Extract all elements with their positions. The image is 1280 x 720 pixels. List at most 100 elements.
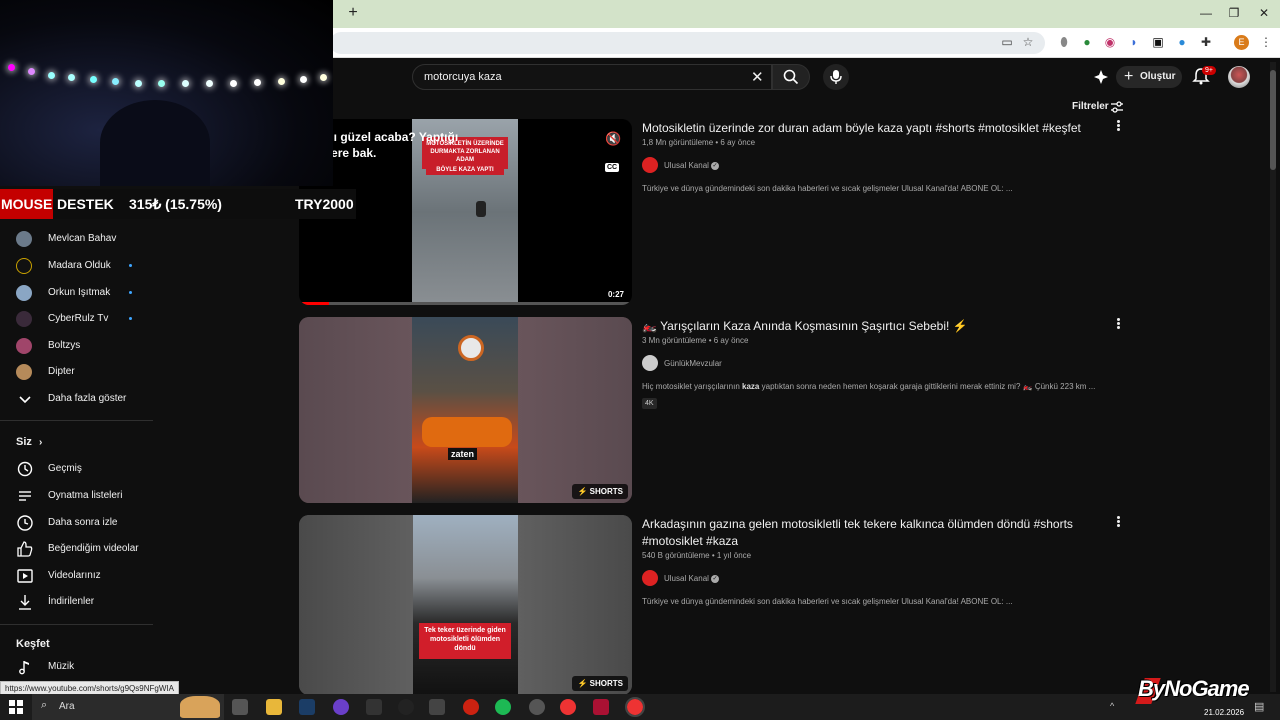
windows-start-icon[interactable] xyxy=(9,700,23,714)
spotify-icon[interactable] xyxy=(495,699,511,715)
browser-menu-icon[interactable]: ⋮ xyxy=(1258,34,1274,50)
more-options-icon[interactable] xyxy=(1114,317,1122,331)
discord-icon[interactable] xyxy=(333,699,349,715)
opera-icon[interactable] xyxy=(463,699,479,715)
extension-square-icon[interactable]: ▣ xyxy=(1150,34,1166,50)
channel-name[interactable]: Ulusal Kanal xyxy=(664,161,709,170)
sidebar-item-cyberrulz-tv[interactable]: CyberRulz Tv xyxy=(0,306,155,332)
extension-audio-icon[interactable]: ◗ xyxy=(1126,34,1142,50)
mute-icon[interactable]: 🔇 xyxy=(605,131,621,147)
app-icon[interactable] xyxy=(593,699,609,715)
filters-icon[interactable] xyxy=(1110,100,1124,114)
scrollbar-thumb[interactable] xyxy=(1270,70,1276,170)
quality-badge: 4K xyxy=(642,398,657,409)
channel-name[interactable]: GünlükMevzular xyxy=(664,359,722,368)
extension-green-icon[interactable]: ● xyxy=(1079,34,1095,50)
sidebar-item-label: İndirilenler xyxy=(48,596,95,607)
taskbar-search[interactable]: ⌕ Ara xyxy=(32,694,224,720)
search-input[interactable]: motorcuya kaza ✕ xyxy=(412,64,772,90)
new-tab-button[interactable]: + xyxy=(345,5,361,21)
sidebar-kesfet-heading: Keşfet xyxy=(16,638,50,650)
youtube-account-avatar[interactable] xyxy=(1228,66,1250,88)
view-count: 1,8 Mn görüntüleme xyxy=(642,138,714,147)
sidebar-item-liked-videos[interactable]: Beğendiğim videolar xyxy=(0,536,155,562)
more-options-icon[interactable] xyxy=(1114,119,1122,133)
extensions-puzzle-icon[interactable]: ✚ xyxy=(1198,34,1214,50)
create-button[interactable]: + Oluştur xyxy=(1116,66,1182,88)
captions-button[interactable]: CC xyxy=(605,163,620,172)
video-description: Hiç motosiklet yarışçılarının kaza yaptı… xyxy=(642,382,1095,391)
cast-icon[interactable]: ▭ xyxy=(999,34,1015,50)
filters-label[interactable]: Filtreler xyxy=(1072,101,1109,112)
channel-avatar xyxy=(16,231,32,247)
address-bar[interactable] xyxy=(330,32,1045,54)
sidebar-item-orkun-isitmak[interactable]: Orkun Işıtmak xyxy=(0,280,155,306)
search-icon xyxy=(783,69,799,85)
channel-avatar[interactable] xyxy=(642,355,658,371)
sidebar-item-madara-olduk[interactable]: Madara Olduk xyxy=(0,253,155,279)
progress-track[interactable] xyxy=(299,302,632,305)
sidebar-item-playlists[interactable]: Oynatma listeleri xyxy=(0,483,155,509)
bookmark-star-icon[interactable]: ☆ xyxy=(1020,34,1036,50)
more-options-icon[interactable] xyxy=(1114,515,1122,529)
led-light xyxy=(135,80,142,87)
extension-shield-icon[interactable]: ⬮ xyxy=(1056,34,1072,50)
verified-check-icon: ✓ xyxy=(711,575,719,583)
search-button[interactable] xyxy=(772,64,810,90)
clear-search-icon[interactable]: ✕ xyxy=(751,68,764,86)
chrome-icon[interactable] xyxy=(560,699,576,715)
notification-center-icon[interactable]: ▤ xyxy=(1254,700,1264,713)
brand-watermark: ByNoGame xyxy=(1138,676,1250,701)
view-count: 540 B görüntüleme xyxy=(642,551,710,560)
extension-record-icon[interactable]: ◉ xyxy=(1102,34,1118,50)
sidebar-item-mevlcan-bahav[interactable]: Mevlcan Bahav xyxy=(0,226,155,252)
close-window-button[interactable]: ✕ xyxy=(1254,5,1274,21)
plus-icon: + xyxy=(1124,68,1134,85)
sidebar-item-dipter[interactable]: Dipter xyxy=(0,359,155,385)
tray-chevron-icon[interactable]: ^ xyxy=(1110,701,1114,711)
profile-avatar[interactable]: E xyxy=(1234,35,1249,50)
ai-sparkle-icon[interactable] xyxy=(1093,69,1109,85)
new-content-dot xyxy=(129,264,132,267)
description-text: Hiç motosiklet yarışçılarının xyxy=(642,382,743,391)
sidebar-item-boltzys[interactable]: Boltzys xyxy=(0,333,155,359)
video-meta: 3 Mn görüntüleme • 6 ay önce xyxy=(642,336,749,345)
sidebar-item-downloads[interactable]: İndirilenler xyxy=(0,589,155,615)
sidebar-divider xyxy=(0,624,153,625)
sidebar-item-history[interactable]: Geçmiş xyxy=(0,456,155,482)
extension-blue-icon[interactable]: ● xyxy=(1174,34,1190,50)
video-thumbnail[interactable]: zaten ⚡ SHORTS xyxy=(299,317,632,503)
sidebar-siz-heading[interactable]: Siz › xyxy=(16,436,42,448)
file-explorer-icon[interactable] xyxy=(266,699,282,715)
page-scrollbar[interactable] xyxy=(1270,62,1276,692)
channel-name[interactable]: Ulusal Kanal xyxy=(664,574,709,583)
video-description: Türkiye ve dünya gündemindeki son dakika… xyxy=(642,597,1013,606)
epic-games-icon[interactable] xyxy=(366,699,382,715)
channel-avatar xyxy=(16,311,32,327)
sidebar-item-watch-later[interactable]: Daha sonra izle xyxy=(0,510,155,536)
sidebar-divider xyxy=(0,420,153,421)
channel-avatar[interactable] xyxy=(642,157,658,173)
video-title[interactable]: 🏍️ Yarışçıların Kaza Anında Koşmasının Ş… xyxy=(642,318,1102,335)
obs-icon[interactable] xyxy=(398,699,414,715)
shorts-badge: ⚡ SHORTS xyxy=(572,484,628,499)
video-thumbnail[interactable]: Tek teker üzerinde giden motosikletli öl… xyxy=(299,515,632,695)
voice-search-button[interactable] xyxy=(823,64,849,90)
chrome-active-icon[interactable] xyxy=(625,697,645,717)
restore-button[interactable]: ❐ xyxy=(1224,5,1244,21)
sidebar-item-label: Müzik xyxy=(48,661,75,672)
sidebar-show-more[interactable]: Daha fazla göster xyxy=(0,386,155,412)
video-title[interactable]: Arkadaşının gazına gelen motosikletli te… xyxy=(642,516,1102,550)
shorts-label: SHORTS xyxy=(589,487,623,496)
channel-avatar[interactable] xyxy=(642,570,658,586)
sidebar-item-label: CyberRulz Tv xyxy=(48,313,109,324)
task-view-icon[interactable] xyxy=(232,699,248,715)
app-icon[interactable] xyxy=(429,699,445,715)
video-title[interactable]: Motosikletin üzerinde zor duran adam böy… xyxy=(642,120,1102,137)
sidebar-item-your-videos[interactable]: Videolarınız xyxy=(0,563,155,589)
steam-icon[interactable] xyxy=(299,699,315,715)
led-light xyxy=(68,74,75,81)
settings-icon[interactable] xyxy=(529,699,545,715)
sidebar-item-music[interactable]: Müzik xyxy=(0,654,155,680)
minimize-button[interactable]: — xyxy=(1196,5,1216,21)
